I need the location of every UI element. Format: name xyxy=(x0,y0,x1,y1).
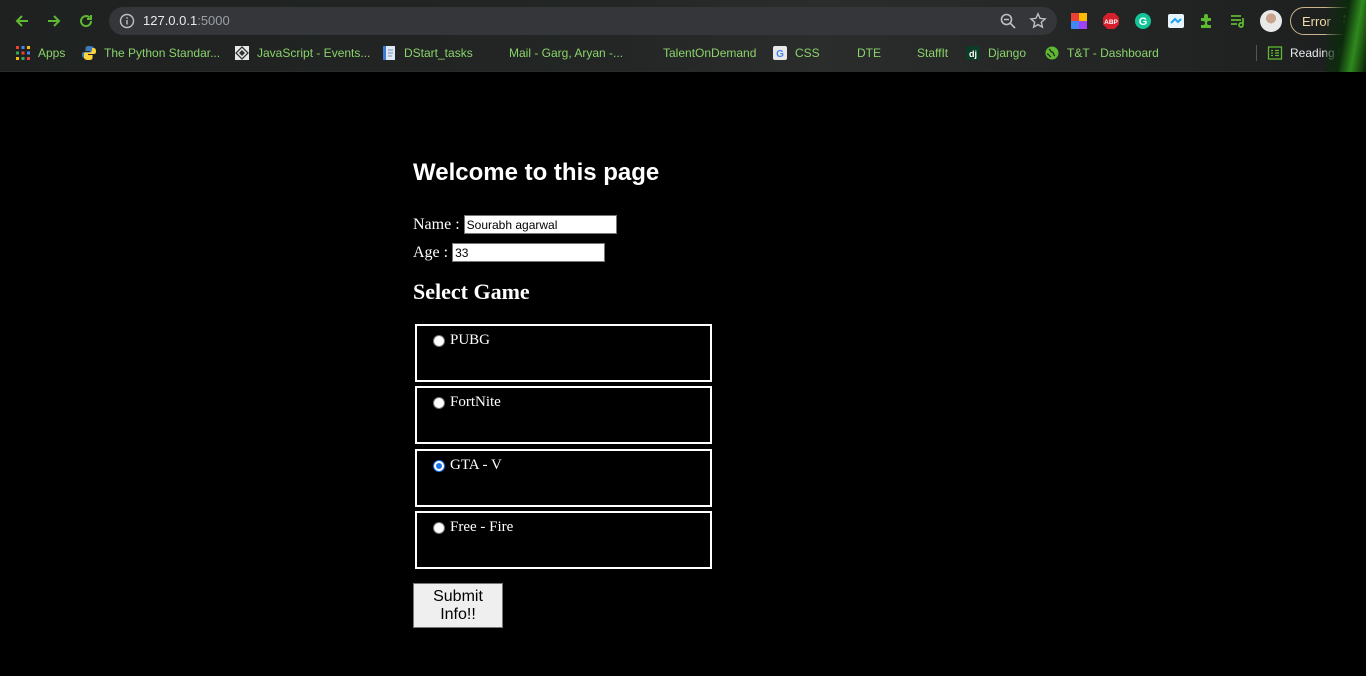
bookmark-label: Apps xyxy=(38,46,66,60)
doc-icon xyxy=(383,46,395,60)
media-playlist-icon[interactable] xyxy=(1228,11,1248,31)
reload-icon xyxy=(80,15,93,28)
game-option-pubg[interactable]: PUBG xyxy=(415,324,712,382)
microsoft-icon xyxy=(834,45,850,61)
game-option-gta-v[interactable]: GTA - V xyxy=(415,449,712,507)
address-bar[interactable]: 127.0.0.1:5000 xyxy=(109,7,1057,35)
reading-list-button[interactable]: Reading list xyxy=(1267,42,1353,64)
bookmark-talentondemand[interactable]: TalentOnDemand xyxy=(640,42,756,64)
forward-arrow-icon xyxy=(48,15,61,27)
microsoft-icon xyxy=(894,45,910,61)
adblock-plus-icon[interactable]: ABP xyxy=(1101,11,1121,31)
menu-dots-icon xyxy=(1343,14,1347,30)
microsoft-icon xyxy=(486,45,502,61)
python-icon xyxy=(82,46,96,60)
bookmark-javascript-events[interactable]: JavaScript - Events... xyxy=(234,42,370,64)
svg-text:G: G xyxy=(1139,16,1148,28)
bookmark-python[interactable]: The Python Standar... xyxy=(81,42,220,64)
age-input[interactable] xyxy=(452,243,606,262)
back-arrow-icon xyxy=(15,15,28,27)
age-label: Age : xyxy=(413,243,449,261)
radio-gta-v[interactable] xyxy=(433,460,445,472)
svg-text:dj: dj xyxy=(969,49,977,59)
profile-avatar[interactable] xyxy=(1260,10,1282,32)
bookmark-label: JavaScript - Events... xyxy=(257,46,371,60)
bookmark-label: StaffIt xyxy=(917,46,949,60)
js-site-icon xyxy=(235,46,249,60)
url-host: 127.0.0.1 xyxy=(143,13,198,28)
bookmark-label: T&T - Dashboard xyxy=(1067,46,1159,60)
bookmark-label: DStart_tasks xyxy=(404,46,473,60)
radio-fortnite[interactable] xyxy=(433,397,445,409)
select-game-heading: Select Game xyxy=(413,279,530,304)
apps-grid-icon xyxy=(16,46,30,60)
bookmark-mail[interactable]: Mail - Garg, Aryan -... xyxy=(486,42,623,64)
bookmark-label: Django xyxy=(988,46,1027,60)
bookmark-star-icon[interactable] xyxy=(1029,12,1047,30)
bookmarks-separator xyxy=(1256,45,1257,61)
django-icon: dj xyxy=(966,46,980,60)
google-icon: G xyxy=(773,46,787,60)
reading-list-icon xyxy=(1267,46,1283,60)
name-input[interactable] xyxy=(463,215,617,234)
bookmarks-bar: Apps The Python Standar... JavaScript - … xyxy=(0,42,1366,64)
globe-icon xyxy=(1045,46,1059,60)
error-label: Error xyxy=(1302,13,1331,29)
bookmark-django[interactable]: dj Django xyxy=(965,42,1026,64)
bookmark-label: TalentOnDemand xyxy=(663,46,757,60)
back-button[interactable] xyxy=(10,9,34,33)
game-label: PUBG xyxy=(450,332,491,348)
url-text: 127.0.0.1:5000 xyxy=(143,13,230,28)
reading-list-label: Reading list xyxy=(1290,46,1353,60)
name-label: Name : xyxy=(413,215,460,233)
url-port: :5000 xyxy=(197,13,230,28)
svg-text:ABP: ABP xyxy=(1104,19,1118,26)
game-option-fortnite[interactable]: FortNite xyxy=(415,386,712,444)
bookmark-dte[interactable]: DTE xyxy=(834,42,881,64)
grammarly-icon[interactable]: G xyxy=(1133,11,1153,31)
radio-free-fire[interactable] xyxy=(433,522,445,534)
name-row: Name : xyxy=(413,215,617,234)
game-option-free-fire[interactable]: Free - Fire xyxy=(415,511,712,569)
microsoft-icon xyxy=(640,45,656,61)
screen-capture-extension-icon[interactable] xyxy=(1166,11,1186,31)
colorful-extension-icon[interactable] xyxy=(1069,11,1089,31)
bookmark-css[interactable]: G CSS xyxy=(772,42,820,64)
bookmark-dstart-tasks[interactable]: DStart_tasks xyxy=(381,42,473,64)
page-heading: Welcome to this page xyxy=(413,159,660,186)
forward-button[interactable] xyxy=(42,9,66,33)
bookmark-label: Mail - Garg, Aryan -... xyxy=(509,46,624,60)
zoom-icon[interactable] xyxy=(999,12,1017,30)
info-icon[interactable] xyxy=(119,13,135,29)
game-label: FortNite xyxy=(450,394,501,410)
bookmark-label: The Python Standar... xyxy=(104,46,221,60)
bookmark-label: DTE xyxy=(857,46,881,60)
game-label: GTA - V xyxy=(450,457,502,473)
error-button[interactable]: Error xyxy=(1290,7,1358,35)
bookmark-apps[interactable]: Apps xyxy=(15,42,65,64)
bookmark-label: CSS xyxy=(795,46,820,60)
extensions-puzzle-icon[interactable] xyxy=(1197,11,1217,31)
age-row: Age : xyxy=(413,243,606,262)
bookmark-staffit[interactable]: StaffIt xyxy=(894,42,948,64)
game-label: Free - Fire xyxy=(450,519,514,535)
browser-chrome: 127.0.0.1:5000 ABP G Error Apps The Pyth… xyxy=(0,0,1366,72)
submit-button[interactable]: Submit Info!! xyxy=(413,583,503,628)
svg-text:G: G xyxy=(776,49,784,60)
radio-pubg[interactable] xyxy=(433,335,445,347)
reload-button[interactable] xyxy=(74,9,98,33)
bookmark-tt-dashboard[interactable]: T&T - Dashboard xyxy=(1044,42,1159,64)
